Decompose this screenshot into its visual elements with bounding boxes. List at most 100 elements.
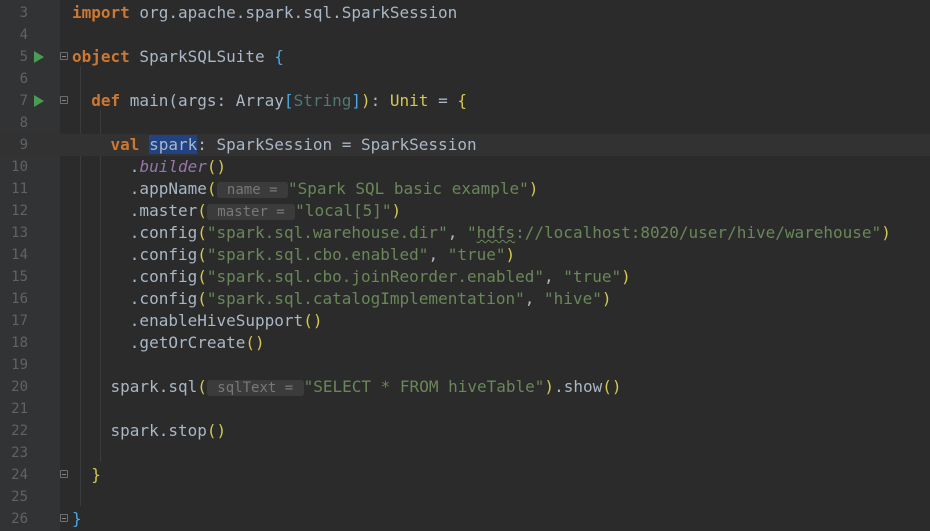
code-text: val spark: SparkSession = SparkSession bbox=[72, 134, 477, 156]
code-text: } bbox=[72, 464, 101, 486]
code-token: ) bbox=[881, 223, 891, 242]
code-token: ( bbox=[197, 245, 207, 264]
code-line[interactable]: 16 .config("spark.sql.catalogImplementat… bbox=[0, 288, 930, 310]
code-token: () bbox=[303, 311, 323, 330]
line-number: 8 bbox=[19, 115, 28, 131]
code-token: "spark.sql.cbo.joinReorder.enabled" bbox=[206, 267, 545, 286]
code-token: "spark.sql.warehouse.dir" bbox=[206, 223, 448, 242]
code-token: ) bbox=[528, 179, 539, 198]
code-line[interactable]: 20 spark.sql( sqlText = "SELECT * FROM h… bbox=[0, 376, 930, 398]
code-token: .config bbox=[72, 223, 198, 242]
code-line[interactable]: 24 } bbox=[0, 464, 930, 486]
code-token: import bbox=[72, 3, 130, 22]
code-token: ) bbox=[361, 91, 371, 110]
code-token: spark bbox=[110, 421, 159, 440]
code-token: ( bbox=[197, 223, 207, 242]
line-number: 12 bbox=[11, 203, 28, 219]
code-token: () bbox=[206, 421, 227, 440]
code-token: ) bbox=[544, 377, 555, 396]
code-token: "SELECT * FROM hiveTable" bbox=[303, 377, 545, 396]
code-token: , bbox=[524, 289, 545, 308]
line-number: 9 bbox=[19, 137, 28, 153]
code-token: spark bbox=[149, 135, 198, 154]
line-number: 24 bbox=[11, 467, 28, 483]
code-token: . bbox=[72, 157, 140, 176]
code-token: , bbox=[544, 267, 564, 286]
code-token: Unit bbox=[389, 91, 429, 110]
line-number: 14 bbox=[11, 247, 28, 263]
code-line[interactable]: 13 .config("spark.sql.warehouse.dir", "h… bbox=[0, 222, 930, 244]
code-line[interactable]: 19 bbox=[0, 354, 930, 376]
line-number: 15 bbox=[11, 269, 28, 285]
code-token: { bbox=[274, 47, 284, 66]
line-number: 7 bbox=[19, 93, 28, 109]
line-number: 6 bbox=[19, 71, 28, 87]
fold-toggle-icon[interactable] bbox=[60, 96, 68, 104]
code-text: } bbox=[72, 508, 82, 530]
code-token: .config bbox=[72, 267, 198, 286]
code-line[interactable]: 3 import org.apache.spark.sql.SparkSessio… bbox=[0, 2, 930, 24]
code-token: ] bbox=[351, 91, 361, 110]
code-text: .config("spark.sql.catalogImplementation… bbox=[72, 288, 612, 310]
code-token: object bbox=[72, 47, 130, 66]
code-line[interactable]: 11 .appName( name = "Spark SQL basic exa… bbox=[0, 178, 930, 200]
code-token: = bbox=[428, 91, 458, 110]
code-token: "local[5]" bbox=[295, 201, 392, 220]
code-line[interactable]: 17 .enableHiveSupport() bbox=[0, 310, 930, 332]
code-token: " bbox=[466, 223, 477, 242]
code-line[interactable]: 15 .config("spark.sql.cbo.joinReorder.en… bbox=[0, 266, 930, 288]
code-token: ) bbox=[505, 245, 516, 264]
code-token: "Spark SQL basic example" bbox=[287, 179, 529, 198]
code-line[interactable]: 21 bbox=[0, 398, 930, 420]
run-gutter-icon[interactable] bbox=[34, 95, 44, 107]
code-token: ) bbox=[391, 201, 402, 220]
code-line[interactable]: 7 def main(args: Array[String]): Unit = … bbox=[0, 90, 930, 112]
code-text: spark.sql( sqlText = "SELECT * FROM hive… bbox=[72, 376, 622, 399]
code-token: .master bbox=[72, 201, 198, 220]
code-line[interactable]: 22 spark.stop() bbox=[0, 420, 930, 442]
code-line[interactable]: 5 object SparkSQLSuite { bbox=[0, 46, 930, 68]
code-editor[interactable]: 3 import org.apache.spark.sql.SparkSessio… bbox=[0, 0, 930, 531]
code-line[interactable]: 8 bbox=[0, 112, 930, 134]
code-token: () bbox=[245, 333, 265, 352]
code-line[interactable]: 23 bbox=[0, 442, 930, 464]
code-token: [ bbox=[283, 91, 294, 110]
line-number: 16 bbox=[11, 291, 28, 307]
code-text: def main(args: Array[String]): Unit = { bbox=[72, 90, 467, 112]
code-line[interactable]: 4 bbox=[0, 24, 930, 46]
run-gutter-icon[interactable] bbox=[34, 51, 44, 63]
line-number: 4 bbox=[19, 27, 28, 43]
code-line[interactable]: 12 .master( master = "local[5]") bbox=[0, 200, 930, 222]
line-number: 20 bbox=[11, 379, 28, 395]
code-line[interactable]: 25 bbox=[0, 486, 930, 508]
code-text: .appName( name = "Spark SQL basic exampl… bbox=[72, 178, 538, 201]
code-text: .getOrCreate() bbox=[72, 332, 265, 354]
code-token: "hive" bbox=[544, 289, 602, 308]
code-text: .config("spark.sql.warehouse.dir", "hdfs… bbox=[72, 222, 891, 244]
code-line[interactable]: 26} bbox=[0, 508, 930, 530]
code-line[interactable]: 14 .config("spark.sql.cbo.enabled", "tru… bbox=[0, 244, 930, 266]
code-text: spark.stop() bbox=[72, 420, 227, 442]
code-text: .enableHiveSupport() bbox=[72, 310, 323, 332]
code-token: val bbox=[72, 135, 150, 154]
code-line[interactable]: 10 .builder() bbox=[0, 156, 930, 178]
code-token: } bbox=[91, 465, 101, 484]
code-line[interactable]: 6 bbox=[0, 68, 930, 90]
code-line[interactable]: 18 .getOrCreate() bbox=[0, 332, 930, 354]
line-number: 19 bbox=[11, 357, 28, 373]
fold-toggle-icon[interactable] bbox=[60, 514, 68, 522]
code-text: .config("spark.sql.cbo.enabled", "true") bbox=[72, 244, 515, 266]
code-token: ) bbox=[601, 289, 612, 308]
code-token: .sql bbox=[158, 377, 198, 396]
code-token: "true" bbox=[447, 245, 506, 264]
line-number: 18 bbox=[11, 335, 28, 351]
fold-toggle-icon[interactable] bbox=[60, 470, 68, 478]
code-token: } bbox=[72, 509, 82, 528]
fold-toggle-icon[interactable] bbox=[60, 52, 68, 60]
code-token: ( bbox=[206, 179, 217, 198]
code-line[interactable]: 9 val spark: SparkSession = SparkSession bbox=[0, 134, 930, 156]
code-token: def bbox=[72, 91, 130, 110]
code-text: .master( master = "local[5]") bbox=[72, 200, 401, 223]
